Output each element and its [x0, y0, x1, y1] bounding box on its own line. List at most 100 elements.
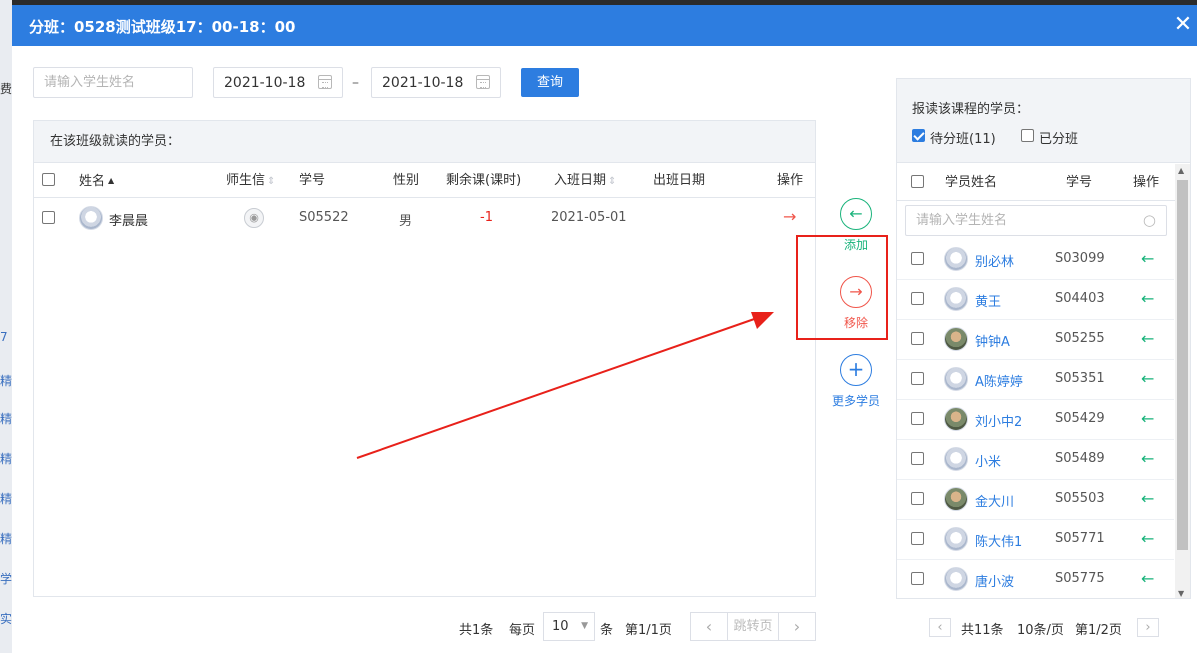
date-from-value: 2021-10-18 — [224, 75, 306, 91]
more-students-label[interactable]: 更多学员 — [826, 392, 886, 409]
list-item[interactable]: 小米 S05489 ← — [897, 440, 1174, 480]
table-row[interactable]: 李晨晨 ◉ S05522 男 -1 2021-05-01 → — [34, 199, 815, 239]
background-fragment: 精 — [0, 492, 13, 506]
enrolled-panel-title: 在该班级就读的学员： — [34, 121, 815, 163]
assigned-filter-checkbox[interactable] — [1021, 129, 1034, 142]
jump-page-button[interactable]: 跳转页 — [727, 612, 779, 641]
scrollbar[interactable]: ▼ ▲ — [1175, 164, 1190, 598]
scroll-down-icon[interactable]: ▼ — [1178, 589, 1184, 598]
avatar — [944, 567, 968, 591]
student-name[interactable]: 陈大伟1 — [975, 531, 1022, 550]
next-page-button[interactable]: › — [778, 612, 816, 641]
pending-filter-checkbox[interactable] — [912, 129, 925, 142]
join-date: 2021-05-01 — [551, 210, 627, 225]
avatar — [79, 206, 103, 230]
row-checkbox[interactable] — [911, 532, 924, 545]
row-checkbox[interactable] — [911, 492, 924, 505]
row-checkbox[interactable] — [911, 412, 924, 425]
avatar — [944, 247, 968, 271]
row-checkbox[interactable] — [911, 332, 924, 345]
pending-filter-label[interactable]: 待分班(11) — [930, 128, 996, 147]
list-item[interactable]: 唐小波 S05775 ← — [897, 560, 1174, 598]
list-item[interactable]: 金大川 S05503 ← — [897, 480, 1174, 520]
add-student-button[interactable]: ← — [840, 198, 872, 230]
add-arrow-icon[interactable]: ← — [1141, 489, 1154, 508]
list-item[interactable]: A陈婷婷 S05351 ← — [897, 360, 1174, 400]
student-name-input[interactable] — [34, 68, 192, 97]
row-checkbox[interactable] — [911, 372, 924, 385]
calendar-icon[interactable] — [476, 75, 490, 89]
student-name[interactable]: 小米 — [975, 451, 1001, 470]
course-students-panel: 报读该课程的学员： 待分班(11) 已分班 学员姓名 学号 操作 ○ 别必林 S0… — [896, 78, 1191, 599]
add-arrow-icon[interactable]: ← — [1141, 329, 1154, 348]
message-icon[interactable]: ◉ — [244, 208, 264, 228]
row-checkbox[interactable] — [911, 252, 924, 265]
student-name[interactable]: 唐小波 — [975, 571, 1014, 590]
add-arrow-icon[interactable]: ← — [1141, 569, 1154, 588]
right-pager-total: 共11条 — [961, 623, 1004, 638]
list-item[interactable]: 别必林 S03099 ← — [897, 240, 1174, 280]
date-from-field[interactable]: 2021-10-18 — [213, 67, 343, 98]
remaining-lessons: -1 — [480, 210, 493, 225]
list-item[interactable]: 陈大伟1 S05771 ← — [897, 520, 1174, 560]
student-name[interactable]: 金大川 — [975, 491, 1014, 510]
modal-header: 分班：0528测试班级17：00-18：00 ✕ — [12, 5, 1197, 46]
student-id: S05771 — [1055, 531, 1105, 546]
list-item[interactable]: 钟钟A S05255 ← — [897, 320, 1174, 360]
column-gender: 性别 — [393, 173, 420, 188]
calendar-icon[interactable] — [318, 75, 332, 89]
plus-icon: + — [847, 357, 865, 381]
student-name[interactable]: 钟钟A — [975, 331, 1010, 350]
add-arrow-icon[interactable]: ← — [1141, 529, 1154, 548]
add-arrow-icon[interactable]: ← — [1141, 409, 1154, 428]
scroll-up-icon[interactable]: ▲ — [1178, 166, 1184, 175]
per-page-select[interactable]: 10 ▼ — [543, 612, 595, 641]
avatar — [944, 287, 968, 311]
student-id: S05489 — [1055, 451, 1105, 466]
right-pager-page: 第1/2页 — [1075, 623, 1122, 638]
right-prev-page-button[interactable]: ‹ — [929, 618, 951, 637]
date-to-field[interactable]: 2021-10-18 — [371, 67, 501, 98]
list-item[interactable]: 黄王 S04403 ← — [897, 280, 1174, 320]
row-checkbox[interactable] — [911, 572, 924, 585]
column-teacher-letter[interactable]: 师生信 — [226, 163, 275, 199]
add-arrow-icon[interactable]: ← — [1141, 249, 1154, 268]
assigned-filter-label[interactable]: 已分班 — [1039, 128, 1078, 147]
column-join-date[interactable]: 入班日期 — [554, 163, 616, 199]
row-checkbox[interactable] — [42, 211, 55, 224]
avatar — [944, 367, 968, 391]
student-name[interactable]: 黄王 — [975, 291, 1001, 310]
student-name[interactable]: A陈婷婷 — [975, 371, 1023, 390]
select-all-checkbox[interactable] — [911, 175, 924, 188]
scrollbar-thumb[interactable] — [1177, 180, 1188, 550]
select-all-checkbox[interactable] — [42, 173, 55, 186]
left-pager-per-page-label: 每页 — [509, 623, 536, 638]
search-icon[interactable]: ○ — [1143, 211, 1156, 229]
course-student-search-field[interactable]: ○ — [905, 205, 1167, 236]
query-button[interactable]: 查询 — [521, 68, 579, 97]
remove-arrow-icon[interactable]: → — [783, 207, 796, 226]
student-id: S05429 — [1055, 411, 1105, 426]
column-student-id: 学号 — [1066, 175, 1093, 190]
row-checkbox[interactable] — [911, 292, 924, 305]
assign-class-modal: 分班：0528测试班级17：00-18：00 ✕ 2021-10-18 – 20… — [12, 5, 1197, 653]
student-name-search-field[interactable] — [33, 67, 193, 98]
annotation-highlight-box — [796, 235, 888, 340]
avatar — [944, 527, 968, 551]
add-arrow-icon[interactable]: ← — [1141, 449, 1154, 468]
right-next-page-button[interactable]: › — [1137, 618, 1159, 637]
course-student-search-input[interactable] — [906, 206, 1166, 235]
add-arrow-icon[interactable]: ← — [1141, 289, 1154, 308]
close-icon[interactable]: ✕ — [1171, 11, 1195, 39]
more-students-button[interactable]: + — [840, 354, 872, 386]
background-fragment: 费 — [0, 82, 13, 96]
list-item[interactable]: 刘小中2 S05429 ← — [897, 400, 1174, 440]
student-name[interactable]: 刘小中2 — [975, 411, 1022, 430]
student-name[interactable]: 别必林 — [975, 251, 1014, 270]
add-arrow-icon[interactable]: ← — [1141, 369, 1154, 388]
course-panel-head: 报读该课程的学员： 待分班(11) 已分班 — [897, 79, 1190, 163]
row-checkbox[interactable] — [911, 452, 924, 465]
column-name[interactable]: 姓名 — [79, 163, 114, 199]
student-id: S05503 — [1055, 491, 1105, 506]
prev-page-button[interactable]: ‹ — [690, 612, 728, 641]
